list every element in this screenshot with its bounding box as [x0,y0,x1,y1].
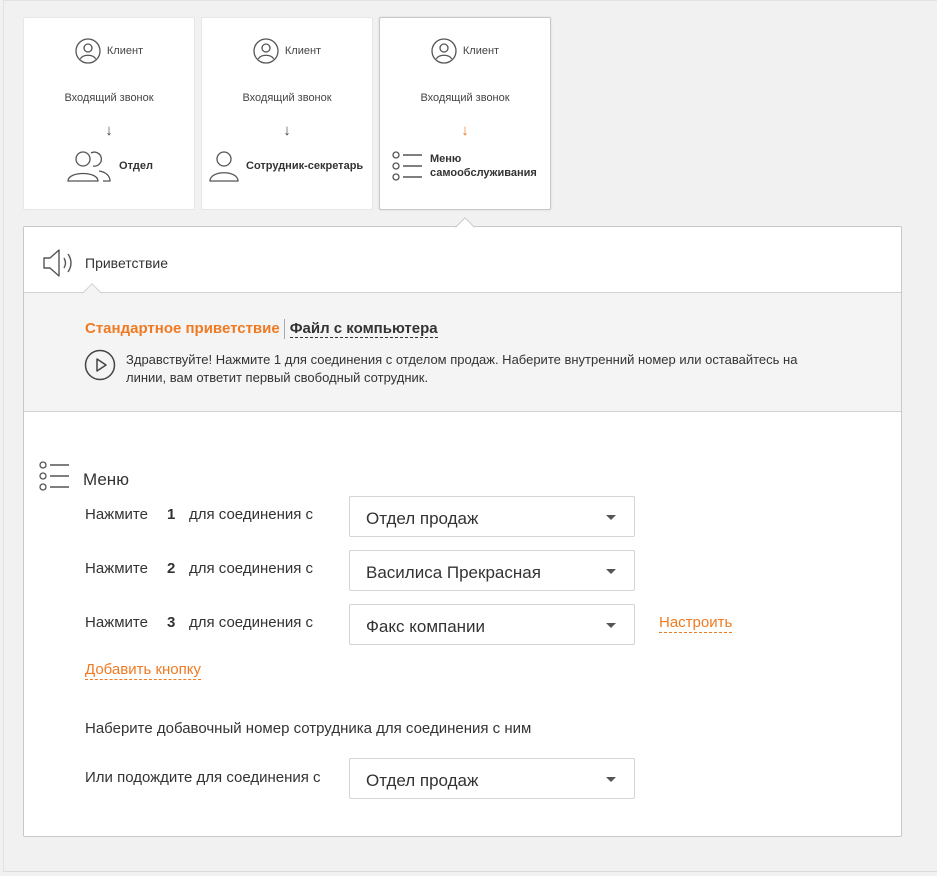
connect-label: для соединения с [189,560,314,577]
destination: Меню самообслуживания [380,146,550,186]
menu-title: Меню [83,470,129,489]
scenario-card-ivr-menu[interactable]: Клиент Входящий звонок ↓ Меню самообслужи… [379,17,551,210]
caret-down-icon [606,569,616,574]
greeting-text: Здравствуйте! Нажмите 1 для соединения с… [126,352,798,385]
wait-destination-select[interactable]: Отдел продаж [349,758,635,799]
incoming-call-label: Входящий звонок [420,92,510,104]
scenario-card-department[interactable]: Клиент Входящий звонок ↓ Отдел [23,17,195,210]
add-button-link[interactable]: Добавить кнопку [85,661,202,680]
press-label: Нажмите [85,614,148,631]
destination: Отдел [24,146,194,186]
menu-row: Нажмите 2 для соединения с Василиса Прек… [85,550,885,591]
arrow-down-icon: ↓ [105,122,113,139]
menu-list-icon [39,461,69,491]
connect-label: для соединения с [189,506,314,523]
menu-row: Нажмите 1 для соединения с Отдел продаж [85,496,885,537]
greeting-header: Приветствие [24,227,901,293]
extension-instructions: Наберите добавочный номер сотрудника для… [85,720,532,737]
user-icon [253,38,279,64]
arrow-down-icon: ↓ [283,122,291,139]
destination-select[interactable]: Отдел продаж [349,496,635,537]
wait-label: Или подождите для соединения с [85,769,321,786]
destination-label-line2: самообслуживания [430,167,537,179]
client-row: Клиент [380,38,550,64]
arrow-down-icon: ↓ [461,122,469,139]
select-value: Отдел продаж [366,509,479,528]
client-row: Клиент [24,38,194,64]
connect-label: для соединения с [189,614,314,631]
destination-label: Меню самообслуживания [430,152,537,180]
key-number: 1 [167,506,176,523]
select-value: Факс компании [366,617,486,636]
greeting-tabs: Стандартное приветствие Файл с компьютера [85,319,438,339]
tab-divider [283,319,285,339]
press-label: Нажмите [85,560,148,577]
play-icon[interactable] [84,349,116,381]
key-number: 3 [167,614,176,631]
configure-link[interactable]: Настроить [659,614,733,633]
tab-file-from-computer[interactable]: Файл с компьютера [289,319,438,338]
destination: Сотрудник-секретарь [202,146,372,186]
incoming-call-label: Входящий звонок [242,92,332,104]
client-label: Клиент [284,45,322,57]
caret-down-icon [606,515,616,520]
greeting-body: Стандартное приветствие Файл с компьютера… [24,293,901,412]
destination-label-line1: Меню [430,153,462,165]
group-icon [67,151,111,182]
caret-down-icon [606,623,616,628]
client-row: Клиент [202,38,372,64]
menu-list-icon [392,151,422,181]
incoming-call-label: Входящий звонок [64,92,154,104]
destination-label: Отдел [119,160,153,172]
settings-panel: Приветствие Стандартное приветствие Файл … [23,226,902,837]
user-icon [209,151,239,182]
client-label: Клиент [106,45,144,57]
select-value: Василиса Прекрасная [366,563,541,582]
speaker-icon [43,249,72,277]
destination-select[interactable]: Факс компании [349,604,635,645]
user-icon [75,38,101,64]
select-value: Отдел продаж [366,771,479,790]
greeting-title: Приветствие [85,255,168,271]
wait-row: Или подождите для соединения с Отдел про… [85,758,885,799]
press-label: Нажмите [85,506,148,523]
client-label: Клиент [462,45,500,57]
key-number: 2 [167,560,176,577]
user-icon [431,38,457,64]
destination-label: Сотрудник-секретарь [246,160,364,172]
destination-select[interactable]: Василиса Прекрасная [349,550,635,591]
scenario-card-secretary[interactable]: Клиент Входящий звонок ↓ Сотрудник-секре… [201,17,373,210]
caret-down-icon [606,777,616,782]
tab-standard-greeting[interactable]: Стандартное приветствие [85,320,280,337]
menu-row: Нажмите 3 для соединения с Факс компании… [85,604,885,645]
